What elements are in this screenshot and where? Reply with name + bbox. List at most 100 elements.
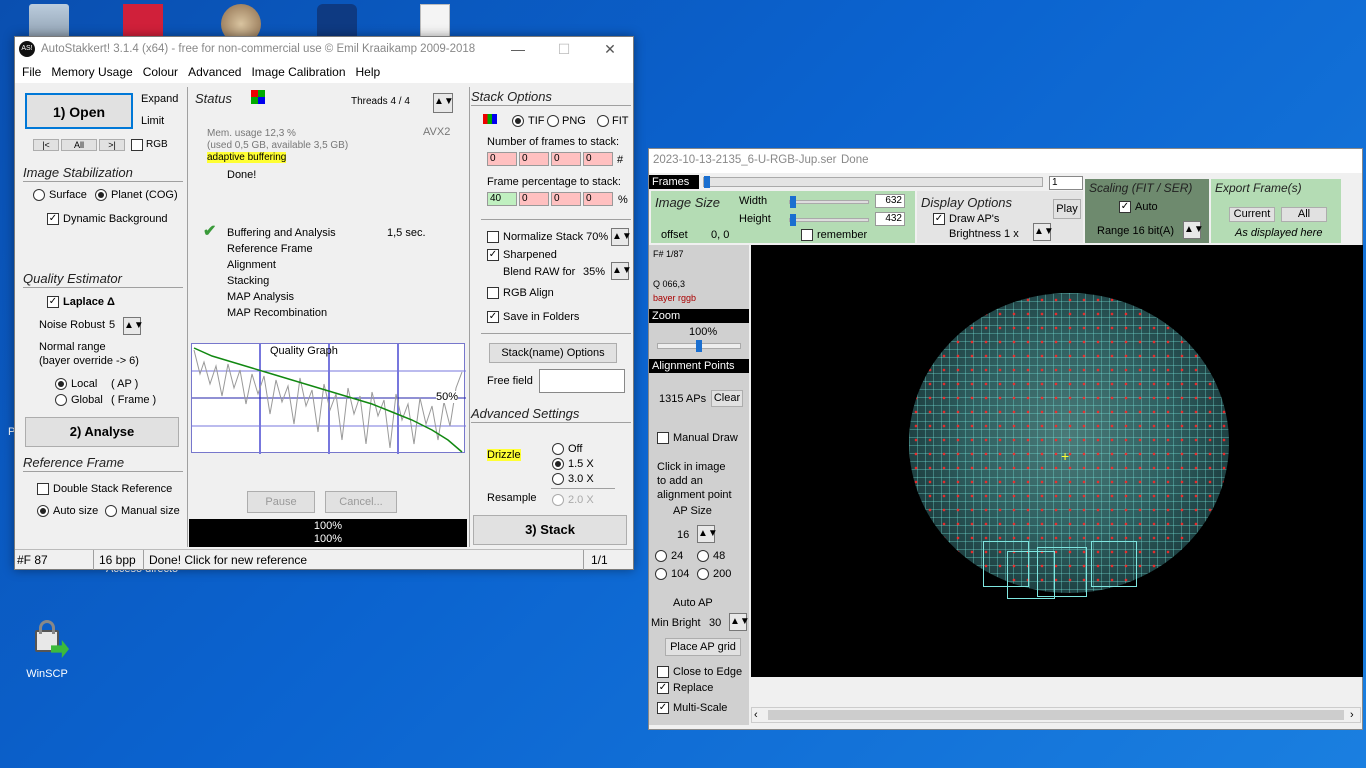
ap-size-200-radio[interactable] [697,568,709,580]
minimize-button[interactable]: — [495,37,541,61]
nframes-field-2[interactable]: 0 [519,152,549,166]
menu-colour[interactable]: Colour [138,65,183,79]
threads-label: Threads 4 / 4 [351,96,410,107]
auto-size-radio[interactable] [37,505,49,517]
menu-memory-usage[interactable]: Memory Usage [46,65,137,79]
global-radio[interactable] [55,394,67,406]
noise-robust-spinner[interactable]: ▲▼ [123,317,144,335]
resample-20-radio[interactable] [552,494,564,506]
manual-size-radio[interactable] [105,505,117,517]
pause-button[interactable]: Pause [247,491,315,513]
open-button[interactable]: 1) Open [25,93,133,129]
horizontal-scrollbar[interactable]: ‹ › [751,707,1361,723]
menu-advanced[interactable]: Advanced [183,65,246,79]
export-all-button[interactable]: All [1281,207,1327,222]
pct-field-3[interactable]: 0 [551,192,581,206]
as-displayed-label: As displayed here [1235,227,1323,239]
draw-aps-checkbox[interactable]: ✓ [933,213,945,225]
fit-radio[interactable] [597,115,609,127]
frame-number-field[interactable]: 1 [1049,176,1083,190]
analyse-button[interactable]: 2) Analyse [25,417,179,447]
tif-radio[interactable] [512,115,524,127]
multiscale-checkbox[interactable]: ✓ [657,702,669,714]
replace-checkbox[interactable]: ✓ [657,682,669,694]
menu-image-calibration[interactable]: Image Calibration [246,65,350,79]
menu-file[interactable]: File [17,65,46,79]
first-frame-button[interactable]: |< [33,139,59,151]
width-value[interactable]: 632 [875,194,905,208]
ap-size-104-radio[interactable] [655,568,667,580]
dynamic-background-checkbox[interactable]: ✓ [47,213,59,225]
ap-size-104-label: 104 [671,568,690,580]
frame-image-area[interactable]: + [751,245,1363,677]
blend-raw-spinner[interactable]: ▲▼ [611,262,632,280]
maximize-button[interactable]: ☐ [541,37,587,61]
sharpened-checkbox[interactable]: ✓ [487,249,499,261]
min-bright-spinner[interactable]: ▲▼ [729,613,750,631]
threads-spinner[interactable]: ▲▼ [433,93,454,113]
ap-size-24-radio[interactable] [655,550,667,562]
cancel-button[interactable]: Cancel... [325,491,397,513]
height-slider[interactable] [789,214,869,226]
close-to-edge-checkbox[interactable] [657,666,669,678]
planet-radio[interactable] [95,189,107,201]
nframes-field-4[interactable]: 0 [583,152,613,166]
step-map-analysis: MAP Analysis [227,291,295,303]
close-button[interactable]: ✕ [587,37,633,61]
drizzle-15-radio[interactable] [552,458,564,470]
limit-label[interactable]: Limit [141,115,164,127]
pct-field-1[interactable]: 40 [487,192,517,206]
winscp-icon[interactable]: WinSCP [16,618,78,680]
scroll-right-icon[interactable]: › [1350,709,1354,721]
clear-aps-button[interactable]: Clear [711,390,743,407]
surface-radio[interactable] [33,189,45,201]
png-radio[interactable] [547,115,559,127]
statusbar-message[interactable]: Done! Click for new reference [149,553,307,567]
free-field-input[interactable] [539,369,625,393]
zoom-slider[interactable] [657,340,741,352]
last-frame-button[interactable]: >| [99,139,125,151]
manual-draw-checkbox[interactable] [657,432,669,444]
play-button[interactable]: Play [1053,199,1081,219]
local-radio[interactable] [55,378,67,390]
frames-slider-thumb[interactable] [704,176,710,188]
scroll-left-icon[interactable]: ‹ [754,709,758,721]
stack-button[interactable]: 3) Stack [473,515,627,545]
drizzle-off-radio[interactable] [552,443,564,455]
frames-slider[interactable] [703,176,1043,188]
remember-checkbox[interactable] [801,229,813,241]
expand-label[interactable]: Expand [141,93,178,105]
drizzle-30-radio[interactable] [552,473,564,485]
viewer-side-panel: F# 1/87 Q 066,3 bayer rggb Zoom 100% Ali… [649,245,750,725]
scroll-thumb[interactable] [768,710,1344,720]
image-size-panel: Image Size Width 632 Height 432 offset 0… [651,191,915,243]
pct-field-4[interactable]: 0 [583,192,613,206]
double-stack-checkbox[interactable] [37,483,49,495]
nframes-field-3[interactable]: 0 [551,152,581,166]
ap-size-48-radio[interactable] [697,550,709,562]
stackname-options-button[interactable]: Stack(name) Options [489,343,617,363]
place-ap-grid-button[interactable]: Place AP grid [665,638,741,656]
pct-field-2[interactable]: 0 [519,192,549,206]
width-slider[interactable] [789,196,869,208]
height-value[interactable]: 432 [875,212,905,226]
laplace-checkbox[interactable]: ✓ [47,296,59,308]
quality-label: Q 066,3 [653,279,686,289]
png-label: PNG [562,115,586,127]
export-current-button[interactable]: Current [1229,207,1275,222]
brightness-spinner[interactable]: ▲▼ [1033,223,1054,241]
range-spinner[interactable]: ▲▼ [1183,221,1204,239]
save-folders-checkbox[interactable]: ✓ [487,311,499,323]
scaling-auto-checkbox[interactable]: ✓ [1119,201,1131,213]
ap-size-spinner[interactable]: ▲▼ [697,525,718,543]
min-bright-value: 30 [709,617,722,629]
menu-help[interactable]: Help [351,65,386,79]
normalize-spinner[interactable]: ▲▼ [611,228,632,246]
rgb-align-checkbox[interactable] [487,287,499,299]
nframes-field-1[interactable]: 0 [487,152,517,166]
all-frames-button[interactable]: All [61,139,97,151]
rgb-checkbox[interactable] [131,139,143,151]
title-bar: AS! AutoStakkert! 3.1.4 (x64) - free for… [15,37,633,61]
height-label: Height [739,213,771,225]
normalize-checkbox[interactable] [487,231,499,243]
